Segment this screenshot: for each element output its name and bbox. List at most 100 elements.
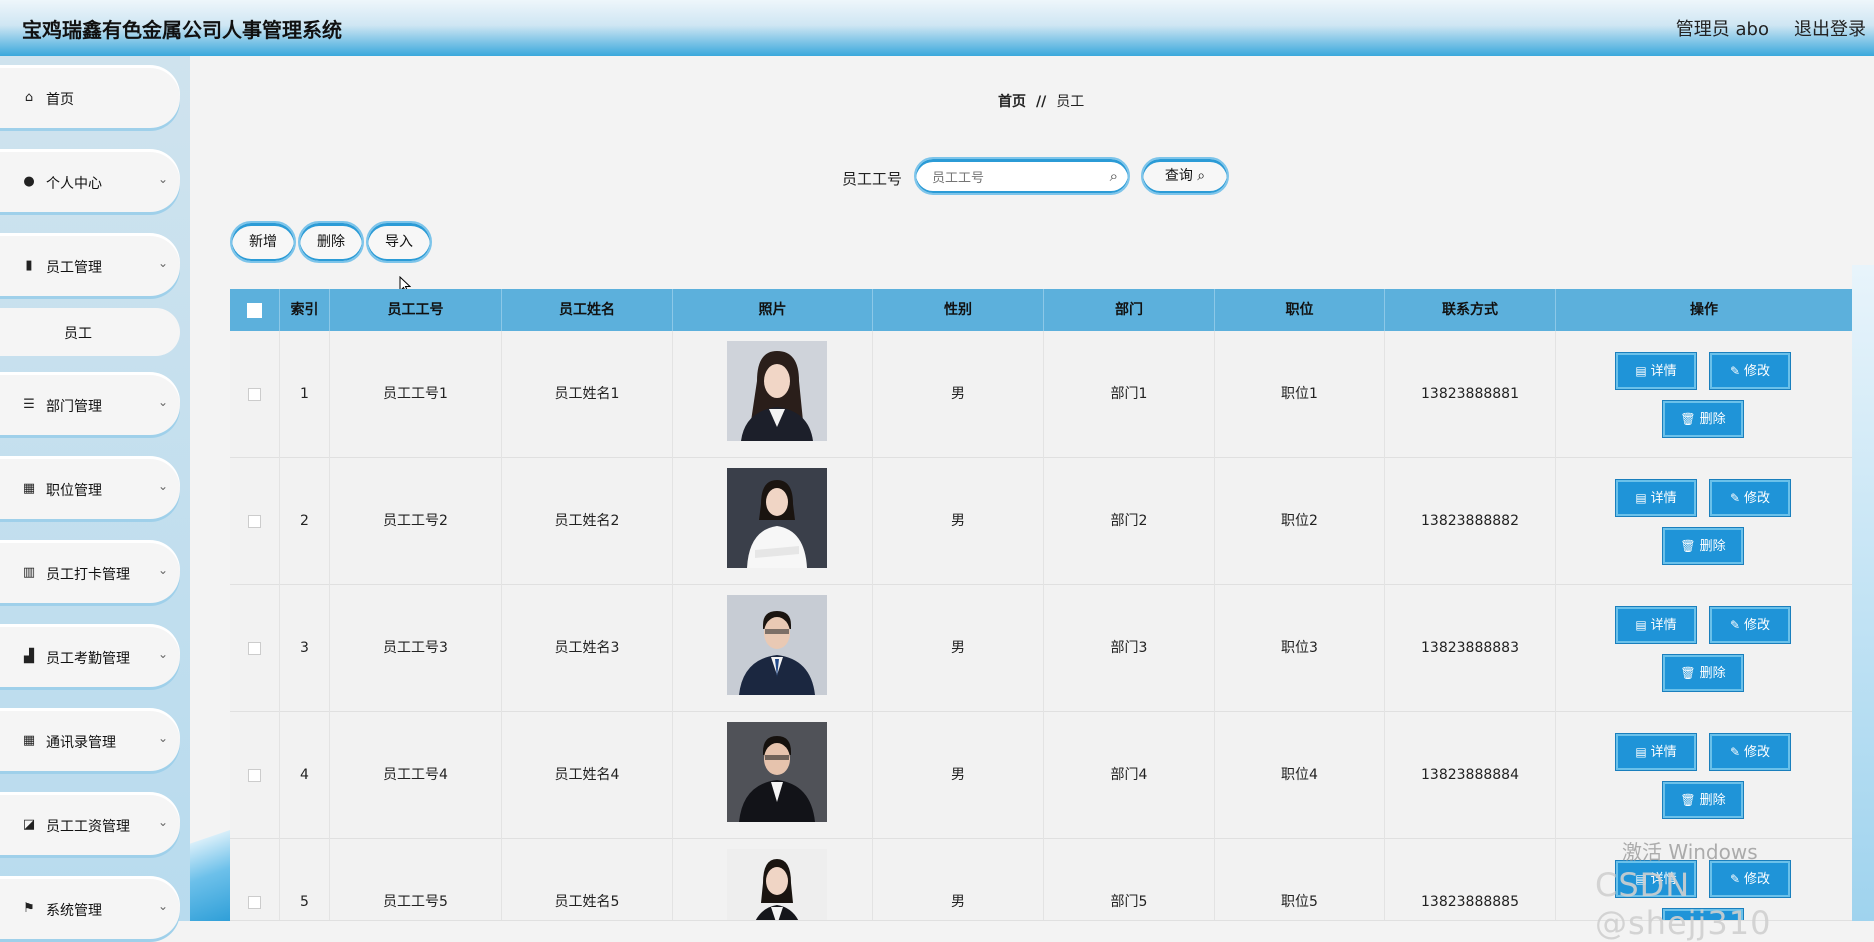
query-button[interactable]: 查询 ⌕ (1141, 157, 1229, 195)
cell-phone: 13823888882 (1385, 458, 1556, 585)
table-row: 3 员工工号3 员工姓名3 男 部门3 职位3 13823888883 ▤ 详情 … (230, 585, 1852, 712)
cell-name: 员工姓名5 (502, 839, 673, 920)
row-checkbox[interactable] (248, 641, 261, 655)
employee-photo[interactable] (727, 722, 827, 822)
add-button[interactable]: 新增 (230, 221, 296, 263)
cell-dept: 部门1 (1044, 331, 1215, 458)
edit-button[interactable]: ✎ 修改 (1709, 733, 1791, 771)
select-all-checkbox[interactable] (247, 302, 262, 318)
delete-button[interactable]: 删除 (298, 221, 364, 263)
row-delete-button[interactable]: 🗑删除 (1662, 654, 1744, 692)
app-title: 宝鸡瑞鑫有色金属公司人事管理系统 (22, 18, 342, 42)
sidebar-item-label: 通讯录管理 (46, 735, 116, 751)
sidebar-item-label: 部门管理 (46, 399, 102, 415)
sidebar-item-system-mgmt[interactable]: ⚑ 系统管理 ⌄ (0, 879, 180, 939)
breadcrumb-current: 员工 (1056, 94, 1085, 110)
row-select-cell (230, 839, 280, 920)
decorative-scroll-edge (1852, 265, 1874, 921)
document-icon: ▤ (1635, 491, 1647, 505)
row-select-cell (230, 331, 280, 458)
employee-photo[interactable] (727, 341, 827, 441)
search-box[interactable]: ⌕ (914, 157, 1130, 195)
sidebar-item-employee-mgmt[interactable]: ▮ 员工管理 ⌄ (0, 236, 180, 296)
row-delete-button[interactable]: 🗑删除 (1662, 527, 1744, 565)
clipboard-icon: ▮ (25, 258, 33, 273)
sidebar-item-label: 员工考勤管理 (46, 651, 130, 667)
chevron-down-icon: ⌄ (157, 172, 168, 186)
col-phone: 联系方式 (1385, 289, 1556, 331)
flag-icon: ⚑ (23, 901, 35, 916)
sidebar-item-dept-mgmt[interactable]: ☰ 部门管理 ⌄ (0, 375, 180, 435)
cell-emp-no: 员工工号2 (330, 458, 502, 585)
cell-index: 4 (280, 712, 330, 839)
sidebar: ⌂ 首页 ● 个人中心 ⌄ ▮ 员工管理 ⌄ 员工 ☰ 部门管理 ⌄ ▦ 职位管… (0, 56, 190, 939)
detail-label: 详情 (1650, 618, 1677, 633)
sidebar-subitem-employee[interactable]: 员工 (0, 308, 180, 356)
detail-label: 详情 (1650, 745, 1677, 760)
logout-link[interactable]: 退出登录 (1794, 15, 1866, 41)
row-checkbox[interactable] (248, 768, 261, 782)
cell-actions (1556, 585, 1852, 712)
search-input[interactable] (930, 167, 1094, 189)
sidebar-item-clockin-mgmt[interactable]: ▥ 员工打卡管理 ⌄ (0, 543, 180, 603)
chevron-down-icon: ⌄ (157, 256, 168, 270)
cell-gender: 男 (873, 585, 1044, 712)
employee-photo[interactable] (727, 849, 827, 921)
pencil-icon: ✎ (1729, 364, 1741, 378)
sidebar-item-contacts-mgmt[interactable]: ▦ 通讯录管理 ⌄ (0, 711, 180, 771)
chevron-down-icon: ⌄ (157, 563, 168, 577)
chevron-down-icon: ⌄ (157, 479, 168, 493)
sidebar-item-label: 首页 (46, 92, 74, 108)
chevron-down-icon: ⌄ (157, 899, 168, 913)
import-button[interactable]: 导入 (366, 221, 432, 263)
breadcrumb: 首页 // 员工 (998, 91, 1084, 111)
chevron-down-icon: ⌄ (157, 815, 168, 829)
detail-button[interactable]: ▤ 详情 (1615, 606, 1697, 644)
row-checkbox[interactable] (248, 514, 261, 528)
trash-icon: 🗑 (1680, 539, 1696, 553)
row-delete-button[interactable]: 🗑删除 (1662, 781, 1744, 819)
sidebar-item-label: 员工打卡管理 (46, 567, 130, 583)
edit-button[interactable]: ✎ 修改 (1709, 352, 1791, 390)
employee-photo[interactable] (727, 595, 827, 695)
home-icon: ⌂ (24, 90, 34, 105)
col-photo: 照片 (673, 289, 873, 331)
cell-name: 员工姓名1 (502, 331, 673, 458)
decorative-wave (190, 830, 230, 921)
cell-position: 职位1 (1215, 331, 1385, 458)
row-checkbox[interactable] (248, 895, 261, 909)
row-checkbox[interactable] (248, 387, 261, 401)
edit-button[interactable]: ✎ 修改 (1709, 479, 1791, 517)
cell-actions (1556, 712, 1852, 839)
chevron-down-icon: ⌄ (157, 647, 168, 661)
breadcrumb-home[interactable]: 首页 (998, 94, 1026, 110)
windows-activation-watermark: 激活 Windows (1622, 840, 1758, 864)
sidebar-item-personal-center[interactable]: ● 个人中心 ⌄ (0, 152, 180, 212)
sidebar-item-position-mgmt[interactable]: ▦ 职位管理 ⌄ (0, 459, 180, 519)
cell-index: 2 (280, 458, 330, 585)
sidebar-item-salary-mgmt[interactable]: ◪ 员工工资管理 ⌄ (0, 795, 180, 855)
delete-label: 删除 (1699, 412, 1726, 427)
cell-phone: 13823888883 (1385, 585, 1556, 712)
sidebar-item-label: 系统管理 (46, 903, 102, 919)
cell-gender: 男 (873, 331, 1044, 458)
sidebar-item-home[interactable]: ⌂ 首页 (0, 68, 180, 128)
col-actions: 操作 (1690, 302, 1718, 318)
cell-index: 3 (280, 585, 330, 712)
cell-name: 员工姓名2 (502, 458, 673, 585)
cell-emp-no: 员工工号1 (330, 331, 502, 458)
cell-index: 1 (280, 331, 330, 458)
col-name: 员工姓名 (502, 289, 673, 331)
breadcrumb-separator: // (1036, 94, 1047, 110)
table-row: 1 员工工号1 员工姓名1 男 部门1 职位1 13823888881 ▤ 详情 … (230, 331, 1852, 458)
detail-button[interactable]: ▤ 详情 (1615, 352, 1697, 390)
detail-button[interactable]: ▤ 详情 (1615, 733, 1697, 771)
edit-button[interactable]: ✎ 修改 (1709, 606, 1791, 644)
table-header: 索引 员工工号 员工姓名 照片 性别 部门 职位 联系方式 操作 (230, 289, 1852, 331)
row-delete-button[interactable]: 🗑删除 (1662, 400, 1744, 438)
sidebar-item-attendance-mgmt[interactable]: ▟ 员工考勤管理 ⌄ (0, 627, 180, 687)
search-label: 员工工号 (842, 170, 903, 188)
employee-photo[interactable] (727, 468, 827, 568)
detail-button[interactable]: ▤ 详情 (1615, 479, 1697, 517)
cell-name: 员工姓名3 (502, 585, 673, 712)
